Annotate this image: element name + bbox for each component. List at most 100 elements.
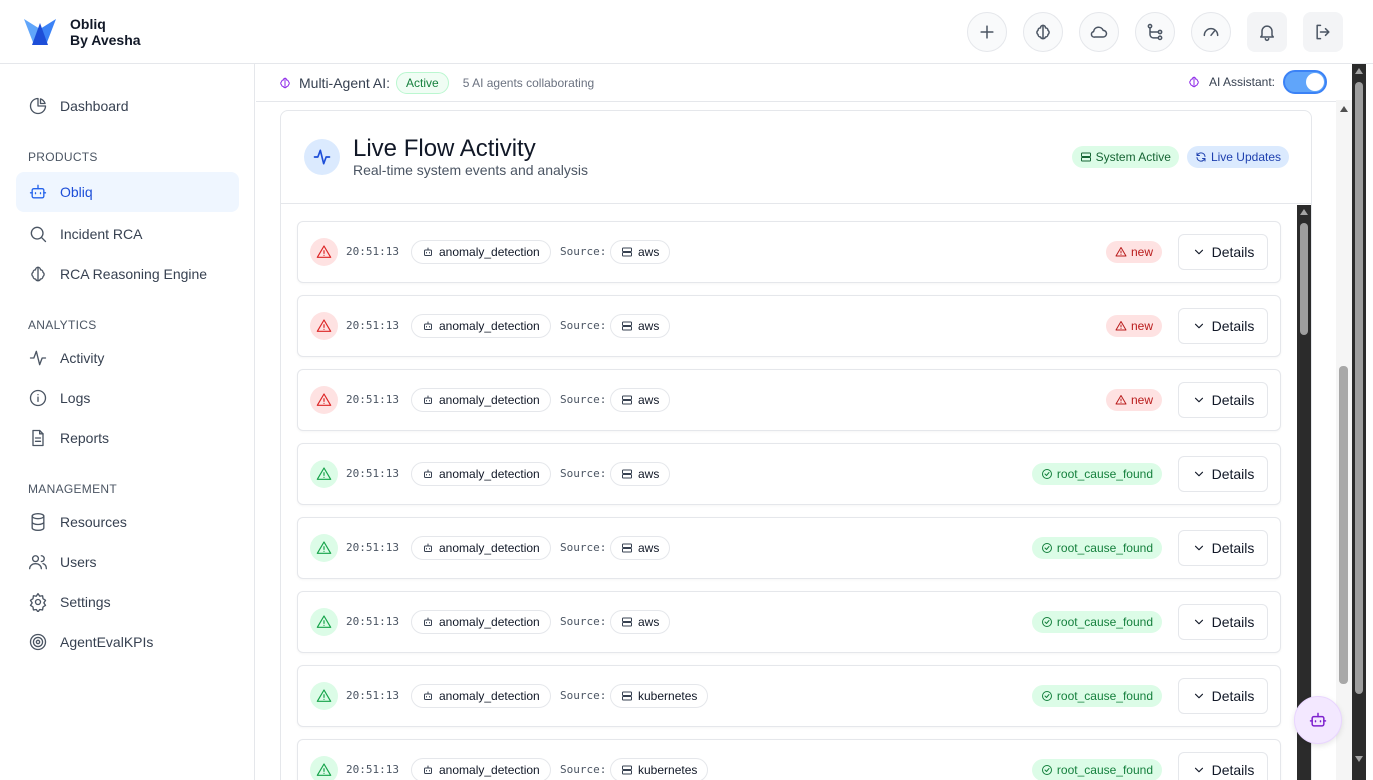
event-source-chip: aws [610,536,671,560]
alert-triangle-icon [316,763,332,776]
chevron-down-icon [1194,323,1203,329]
event-type-chip: anomaly_detection [411,462,551,486]
sidebar-item-resources[interactable]: Resources [16,502,239,542]
section-label-analytics: ANALYTICS [28,318,97,332]
chevron-down-icon [1194,619,1203,625]
details-button[interactable]: Details [1178,530,1268,566]
event-time: 20:51:13 [346,541,399,554]
ai-assistant-toggle[interactable] [1283,70,1327,94]
source-label: Source: [560,541,607,554]
sidebar-item-settings[interactable]: Settings [16,582,239,622]
bot-icon [424,247,432,256]
info-icon [29,389,47,407]
event-severity [310,608,338,636]
source-label: Source: [560,393,607,406]
alert-triangle-icon [316,467,332,480]
sidebar-item-users[interactable]: Users [16,542,239,582]
search-icon [30,226,47,243]
alert-triangle-icon [316,541,332,554]
event-source-chip: aws [610,314,671,338]
event-severity [310,312,338,340]
sidebar-item-label: RCA Reasoning Engine [60,266,208,282]
sidebar-item-logs[interactable]: Logs [16,378,239,418]
top-bar: Obliq By Avesha [0,0,1373,64]
server-icon [622,617,632,627]
chevron-down-icon [1194,545,1203,551]
sidebar-item-label: Resources [60,514,127,530]
details-button[interactable]: Details [1178,752,1268,780]
event-status-badge: new [1105,389,1162,411]
details-button[interactable]: Details [1178,456,1268,492]
source-label: Source: [560,319,607,332]
chevron-down-icon [1194,249,1203,255]
event-time: 20:51:13 [346,763,399,776]
ai-brain-button[interactable] [1023,12,1063,52]
details-button[interactable]: Details [1178,308,1268,344]
sidebar-item-agentevalkpis[interactable]: AgentEvalKPIs [16,622,239,662]
sidebar-item-reports[interactable]: Reports [16,418,239,458]
page-scrollbar[interactable] [1336,100,1352,780]
database-icon [31,513,45,531]
sidebar-item-incident-rca[interactable]: Incident RCA [16,214,239,254]
gear-icon [29,593,47,612]
ai-chat-button[interactable] [1294,696,1342,744]
add-button[interactable] [967,12,1007,52]
alert-triangle-icon [316,245,332,258]
live-updates-badge: Live Updates [1186,146,1289,168]
agent-count: 5 AI agents collaborating [462,75,595,90]
window-scrollbar[interactable] [1352,64,1366,780]
event-list: 20:51:13 anomaly_detection Source: aws new De… [281,205,1311,780]
notifications-button[interactable] [1247,12,1287,52]
sidebar-item-activity[interactable]: Activity [16,338,239,378]
sidebar-item-label: Obliq [60,184,93,200]
details-button[interactable]: Details [1178,234,1268,270]
multi-agent-title: Multi-Agent AI: [299,74,391,91]
check-circle-icon [1041,691,1052,701]
cloud-button[interactable] [1079,12,1119,52]
brand[interactable]: Obliq By Avesha [22,16,141,48]
sidebar-item-dashboard[interactable]: Dashboard [16,86,239,126]
event-time: 20:51:13 [346,615,399,628]
event-status-badge: root_cause_found [1031,463,1162,485]
details-button[interactable]: Details [1178,604,1268,640]
event-time: 20:51:13 [346,319,399,332]
event-status-badge: root_cause_found [1031,685,1162,707]
workflow-button[interactable] [1135,12,1175,52]
activity-icon [304,139,340,175]
performance-button[interactable] [1191,12,1231,52]
event-row: 20:51:13 anomaly_detection Source: kubernet… [297,665,1281,727]
sidebar-item-label: Users [60,554,97,570]
sidebar-item-rca-reasoning-engine[interactable]: RCA Reasoning Engine [16,254,239,294]
event-row: 20:51:13 anomaly_detection Source: aws new De… [297,295,1281,357]
ai-assistant-label: AI Assistant: [1208,75,1275,89]
bot-icon [1309,712,1327,727]
bot-icon [29,184,47,199]
brain-icon [280,77,290,88]
sidebar-item-obliq[interactable]: Obliq [16,172,239,212]
alert-triangle-icon [316,319,332,332]
section-label-management: MANAGEMENT [28,482,118,496]
sidebar-item-label: Incident RCA [60,226,143,242]
event-type-chip: anomaly_detection [411,684,551,708]
event-row: 20:51:13 anomaly_detection Source: aws new De… [297,221,1281,283]
event-severity [310,682,338,710]
sidebar-item-label: Reports [60,430,110,446]
logout-button[interactable] [1303,12,1343,52]
sidebar-item-label: Dashboard [60,98,129,114]
details-button[interactable]: Details [1178,382,1268,418]
cloud-icon [1090,26,1108,38]
multi-agent-bar: Multi-Agent AI: Active 5 AI agents colla… [256,64,1336,102]
activity-icon [29,350,47,366]
details-button[interactable]: Details [1178,678,1268,714]
check-circle-icon [1041,617,1052,627]
refresh-icon [1196,152,1206,162]
list-scrollbar[interactable] [1297,205,1311,780]
server-icon [622,395,632,405]
users-icon [29,555,47,570]
logout-icon [1316,24,1330,40]
agent-status-badge: Active [396,71,449,94]
sidebar: Dashboard PRODUCTS Obliq Incident RCA RC… [0,64,255,780]
card-header: Live Flow Activity Real-time system even… [281,111,1311,204]
event-row: 20:51:13 anomaly_detection Source: aws new De… [297,369,1281,431]
main-content: Multi-Agent AI: Active 5 AI agents colla… [256,64,1336,780]
